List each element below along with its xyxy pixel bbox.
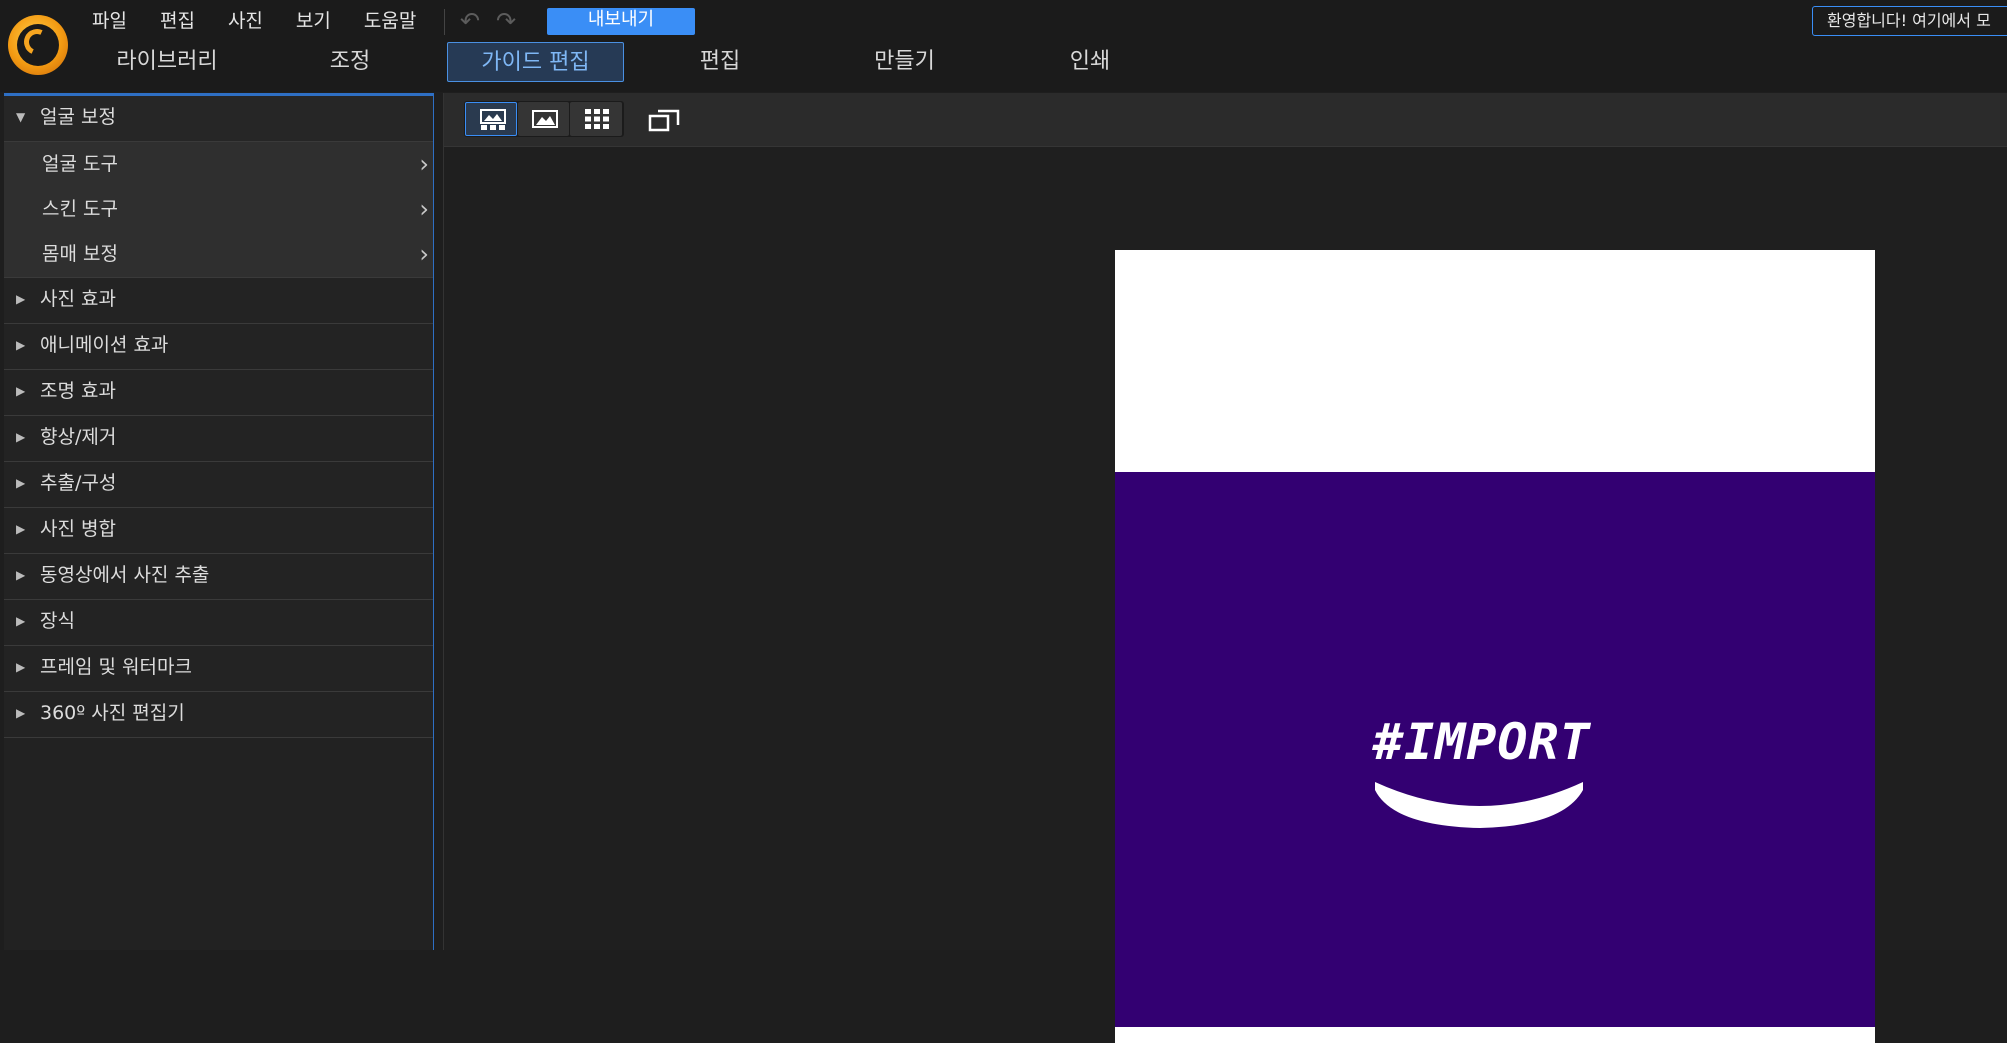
subitem-face-tools[interactable]: 얼굴 도구 › bbox=[4, 142, 433, 187]
photo-brand-text: #IMPORT bbox=[1373, 713, 1591, 771]
tab-print[interactable]: 인쇄 bbox=[1040, 42, 1140, 82]
category-label: 추출/구성 bbox=[40, 472, 117, 494]
single-photo-view-icon[interactable] bbox=[517, 102, 570, 136]
category-photo-effects[interactable]: ▶ 사진 효과 bbox=[4, 278, 433, 324]
workspace: #IMPORT bbox=[443, 93, 2007, 1043]
triangle-right-icon: ▶ bbox=[16, 568, 26, 582]
photo-preview[interactable]: #IMPORT bbox=[1115, 250, 1875, 1043]
category-enhance-remove[interactable]: ▶ 향상/제거 bbox=[4, 416, 433, 462]
menu-photo[interactable]: 사진 bbox=[228, 6, 263, 36]
category-label: 360º 사진 편집기 bbox=[40, 702, 185, 724]
category-video-to-photo[interactable]: ▶ 동영상에서 사진 추출 bbox=[4, 554, 433, 600]
triangle-right-icon: ▶ bbox=[16, 430, 26, 444]
category-face-correction[interactable]: ▼ 얼굴 보정 bbox=[4, 96, 433, 142]
menu-file[interactable]: 파일 bbox=[92, 6, 127, 36]
filmstrip-view-icon[interactable] bbox=[465, 102, 517, 136]
chevron-right-icon: › bbox=[419, 240, 429, 268]
triangle-down-icon: ▼ bbox=[16, 110, 26, 124]
category-label: 애니메이션 효과 bbox=[40, 334, 169, 356]
view-mode-group bbox=[464, 101, 624, 137]
subitem-label: 스킨 도구 bbox=[42, 198, 118, 220]
category-label: 사진 병합 bbox=[40, 518, 116, 540]
smile-logo-icon bbox=[1375, 782, 1583, 828]
category-label: 사진 효과 bbox=[40, 288, 116, 310]
subitem-skin-tools[interactable]: 스킨 도구 › bbox=[4, 187, 433, 232]
fit-window-icon[interactable] bbox=[648, 105, 682, 135]
triangle-right-icon: ▶ bbox=[16, 338, 26, 352]
tab-guided-edit[interactable]: 가이드 편집 bbox=[447, 42, 624, 82]
triangle-right-icon: ▶ bbox=[16, 706, 26, 720]
category-label: 프레임 및 워터마크 bbox=[40, 656, 192, 678]
triangle-right-icon: ▶ bbox=[16, 522, 26, 536]
tab-create[interactable]: 만들기 bbox=[852, 42, 957, 82]
menu-help[interactable]: 도움말 bbox=[364, 6, 416, 36]
grid-view-icon[interactable] bbox=[570, 102, 622, 136]
category-label: 장식 bbox=[40, 610, 75, 632]
menu-edit[interactable]: 편집 bbox=[160, 6, 195, 36]
triangle-right-icon: ▶ bbox=[16, 476, 26, 490]
chevron-right-icon: › bbox=[419, 150, 429, 178]
triangle-right-icon: ▶ bbox=[16, 614, 26, 628]
category-extract-compose[interactable]: ▶ 추출/구성 bbox=[4, 462, 433, 508]
menu-view[interactable]: 보기 bbox=[296, 6, 331, 36]
category-decoration[interactable]: ▶ 장식 bbox=[4, 600, 433, 646]
chevron-right-icon: › bbox=[419, 195, 429, 223]
tab-adjust[interactable]: 조정 bbox=[300, 42, 400, 82]
category-animation-effects[interactable]: ▶ 애니메이션 효과 bbox=[4, 324, 433, 370]
guided-edit-panel: ▼ 얼굴 보정 얼굴 도구 › 스킨 도구 › 몸매 보정 › ▶ 사진 효과 … bbox=[4, 93, 434, 950]
category-frame-watermark[interactable]: ▶ 프레임 및 워터마크 bbox=[4, 646, 433, 692]
app-logo bbox=[8, 15, 68, 75]
triangle-right-icon: ▶ bbox=[16, 660, 26, 674]
redo-arrow-icon[interactable]: ↷ bbox=[491, 6, 521, 36]
photo-white-area bbox=[1115, 250, 1875, 472]
menu-divider bbox=[444, 9, 445, 35]
undo-arrow-icon[interactable]: ↶ bbox=[455, 6, 485, 36]
subitem-label: 얼굴 도구 bbox=[42, 153, 118, 175]
subitem-body-shaper[interactable]: 몸매 보정 › bbox=[4, 232, 433, 278]
category-360-editor[interactable]: ▶ 360º 사진 편집기 bbox=[4, 692, 433, 738]
welcome-banner[interactable]: 환영합니다! 여기에서 모 bbox=[1812, 6, 2007, 36]
category-label: 향상/제거 bbox=[40, 426, 117, 448]
category-label: 조명 효과 bbox=[40, 380, 116, 402]
category-lighting-effects[interactable]: ▶ 조명 효과 bbox=[4, 370, 433, 416]
triangle-right-icon: ▶ bbox=[16, 384, 26, 398]
triangle-right-icon: ▶ bbox=[16, 292, 26, 306]
view-toolbar bbox=[444, 93, 2007, 147]
top-bar: 파일 편집 사진 보기 도움말 ↶ ↷ 내보내기 환영합니다! 여기에서 모 라… bbox=[0, 0, 2007, 92]
category-label: 얼굴 보정 bbox=[40, 106, 116, 128]
menu-bar: 파일 편집 사진 보기 도움말 bbox=[92, 6, 449, 36]
tab-library[interactable]: 라이브러리 bbox=[100, 42, 234, 82]
subitem-label: 몸매 보정 bbox=[42, 243, 118, 265]
tab-edit[interactable]: 편집 bbox=[670, 42, 770, 82]
export-button[interactable]: 내보내기 bbox=[547, 8, 695, 35]
category-label: 동영상에서 사진 추출 bbox=[40, 564, 210, 586]
category-photo-merge[interactable]: ▶ 사진 병합 bbox=[4, 508, 433, 554]
photo-white-strip bbox=[1115, 1027, 1875, 1043]
